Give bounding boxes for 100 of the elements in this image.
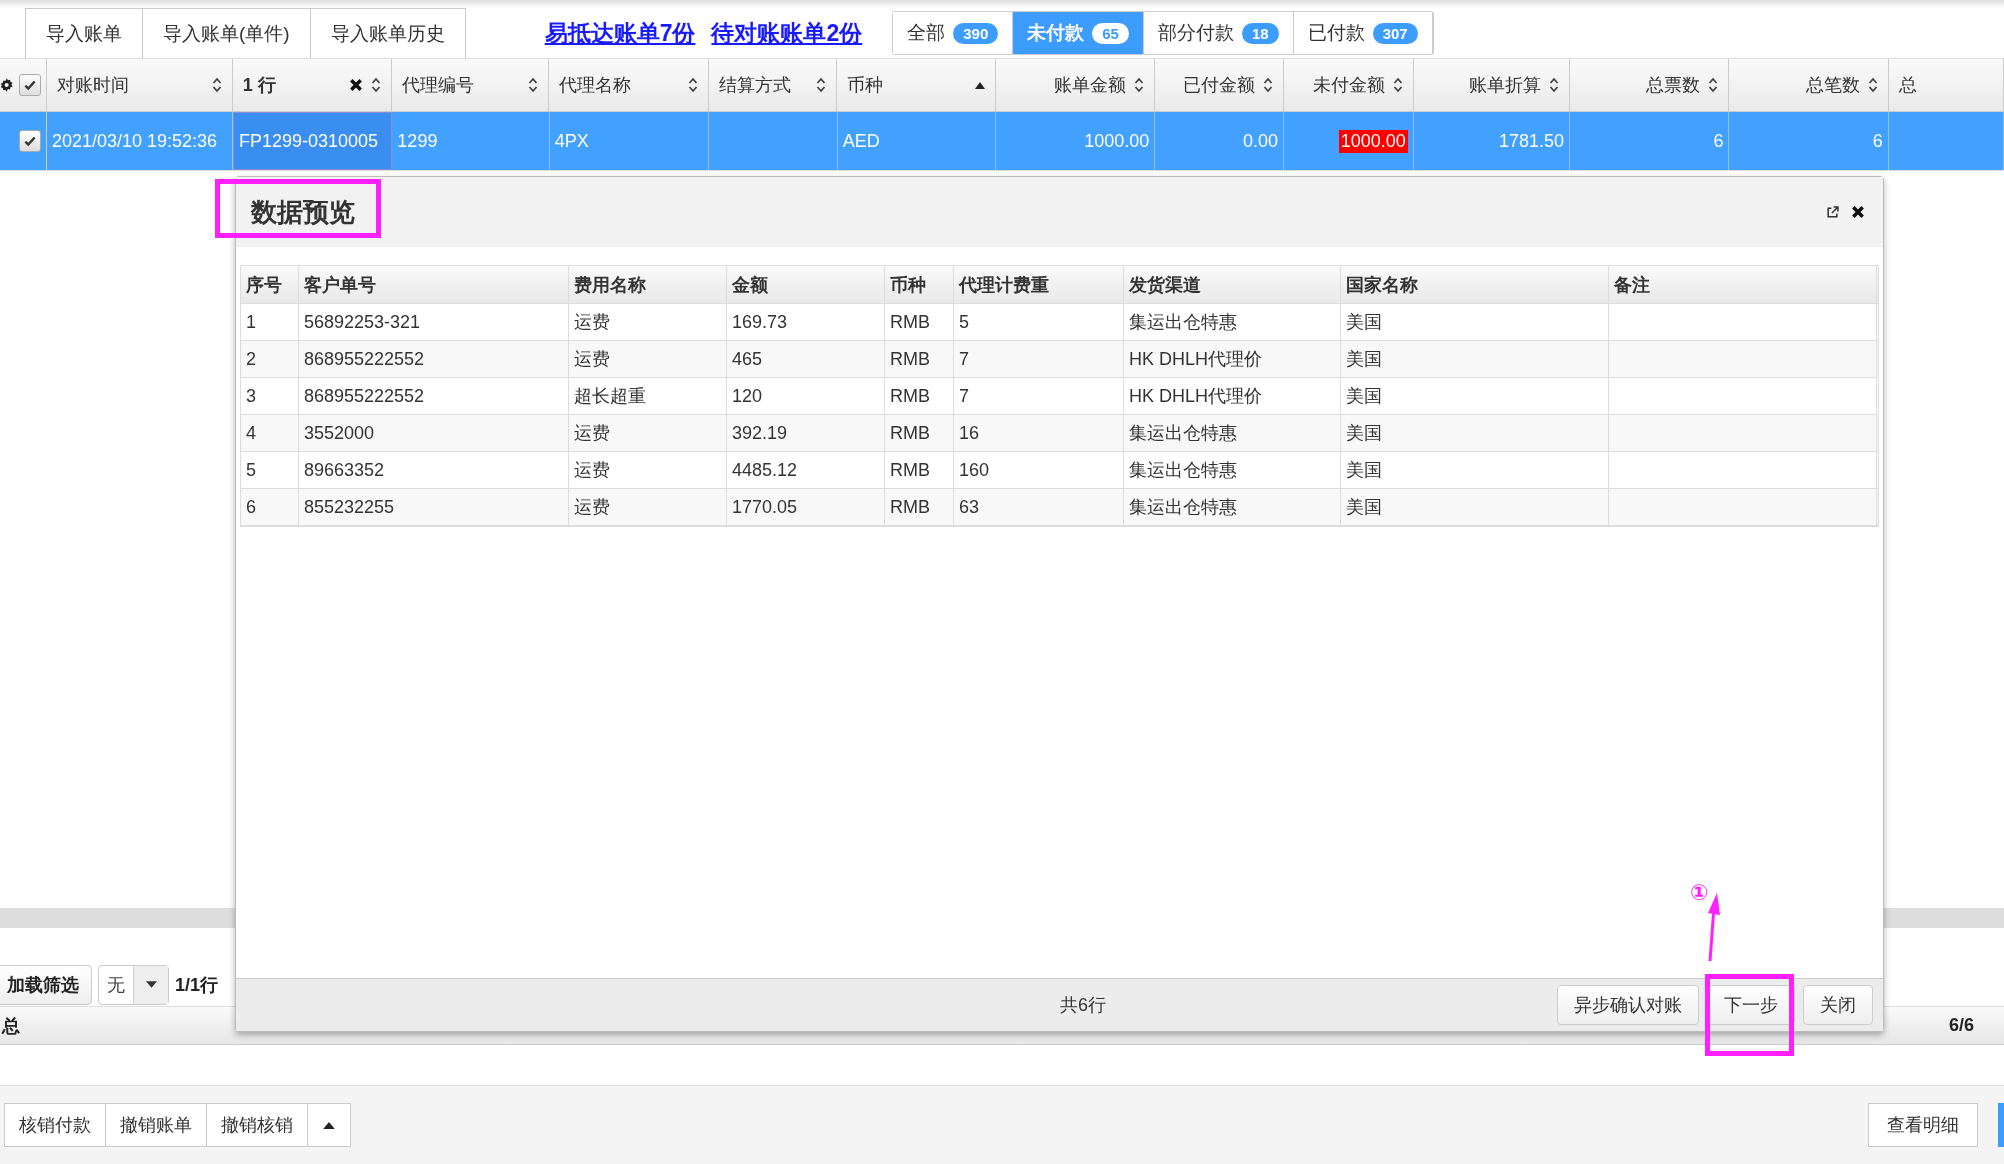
table-cell-text: 运费 — [574, 459, 610, 482]
column-header: 备注 — [1609, 266, 1877, 303]
sort-ascending-icon[interactable] — [974, 81, 985, 89]
table-cell-text: 美国 — [1346, 311, 1382, 334]
close-icon[interactable] — [1851, 205, 1865, 219]
settings-icon[interactable] — [0, 78, 14, 92]
column-header[interactable]: 总票数 — [1570, 59, 1730, 111]
table-cell: 5 — [246, 459, 256, 481]
table-cell: 2 — [246, 348, 256, 370]
column-header[interactable]: 已付金额 — [1155, 59, 1284, 111]
table-cell: RMB — [890, 385, 930, 407]
view-detail-button[interactable]: 查看明细 — [1868, 1103, 1978, 1147]
table-cell: 6 — [1872, 130, 1883, 152]
column-header[interactable]: 币种 — [837, 59, 996, 111]
caret-icon — [145, 981, 157, 988]
sort-icon[interactable] — [211, 77, 222, 93]
table-cell: 1770.05 — [732, 496, 798, 518]
table-cell-text: 美国 — [1346, 459, 1382, 482]
summary-label: 总 — [2, 1014, 20, 1038]
select-all-checkbox[interactable] — [19, 74, 42, 96]
load-filter-button[interactable]: 加载筛选 — [0, 964, 92, 1005]
table-cell-text: 美国 — [1346, 496, 1382, 519]
table-cell: 169.73 — [732, 311, 788, 333]
count-badge: 390 — [953, 22, 999, 44]
count-badge: 307 — [1372, 22, 1418, 44]
table-cell: RMB — [890, 422, 930, 444]
dialog-button[interactable]: 关闭 — [1803, 985, 1873, 1025]
import-button[interactable]: 导入账单历史 — [309, 8, 466, 58]
column-header[interactable]: 总笔数 — [1729, 59, 1889, 111]
sort-icon[interactable] — [1134, 77, 1145, 93]
table-cell-text: 集运出仓特惠 — [1129, 459, 1237, 482]
sort-icon[interactable] — [687, 77, 698, 93]
action-button[interactable]: 撤销核销 — [206, 1103, 308, 1147]
tab-label: 未付款 — [1027, 21, 1085, 45]
column-header[interactable]: 结算方式 — [708, 59, 838, 111]
table-cell-text: HK DHLH代理价 — [1129, 385, 1262, 408]
table-cell: 1000.00 — [1338, 129, 1408, 153]
column-header: 国家名称 — [1341, 266, 1609, 303]
import-button[interactable]: 导入账单 — [25, 8, 143, 58]
table-cell: 7 — [959, 348, 969, 370]
table-cell-text: 美国 — [1346, 422, 1382, 445]
column-header[interactable]: 代理名称 — [549, 59, 709, 111]
row-count: 1/1行 — [175, 973, 219, 997]
count-badge: 18 — [1241, 22, 1279, 44]
table-cell: AED — [842, 130, 880, 152]
caret-icon — [323, 1121, 335, 1129]
action-button[interactable]: 核销付款 — [4, 1103, 106, 1147]
table-cell: 6 — [1713, 130, 1724, 152]
sort-icon[interactable] — [371, 77, 382, 93]
bill-link[interactable]: 待对账账单2份 — [711, 17, 863, 49]
filter-select[interactable]: 无 — [98, 964, 169, 1005]
column-header: 客户单号 — [299, 266, 569, 303]
bill-link[interactable]: 易抵达账单7份 — [544, 17, 696, 49]
table-cell-text: 运费 — [574, 311, 610, 334]
table-cell-text: HK DHLH代理价 — [1129, 348, 1262, 371]
sort-icon[interactable] — [1392, 77, 1403, 93]
column-header[interactable]: 1 行 — [232, 59, 393, 111]
column-header[interactable]: 代理编号 — [392, 59, 550, 111]
sort-icon[interactable] — [816, 77, 827, 93]
table-cell: 1781.50 — [1499, 130, 1565, 152]
table-cell: 4PX — [554, 130, 589, 152]
table-cell: 5 — [959, 311, 969, 333]
table-cell: 1 — [246, 311, 256, 333]
status-tab[interactable]: 全部 390 — [893, 12, 1014, 54]
dialog-title: 数据预览 — [251, 195, 355, 229]
clear-icon[interactable] — [349, 78, 364, 92]
tab-label: 部分付款 — [1157, 21, 1234, 45]
table-row[interactable]: 2021/03/10 19:52:36 FP1299-0310005 1299 4PX AED 1000.00 0.00 1000.00 1781.50 6 6 — [0, 112, 2004, 171]
column-header: 币种 — [885, 266, 954, 303]
column-header: 序号 — [241, 266, 299, 303]
row-checkbox[interactable] — [19, 130, 42, 152]
table-cell: 0.00 — [1243, 130, 1279, 152]
table-cell: RMB — [890, 459, 930, 481]
table-cell: 1000.00 — [1084, 130, 1150, 152]
column-header[interactable]: 账单金额 — [995, 59, 1156, 111]
table-cell-text: 运费 — [574, 348, 610, 371]
table-cell: 16 — [959, 422, 980, 444]
sort-icon[interactable] — [1262, 77, 1273, 93]
column-header[interactable]: 账单折算 — [1413, 59, 1570, 111]
table-cell: 120 — [732, 385, 763, 407]
column-header[interactable]: 总 — [1888, 59, 2004, 111]
table-cell: FP1299-0310005 — [239, 130, 379, 152]
column-header[interactable]: 未付金额 — [1283, 59, 1414, 111]
sort-icon[interactable] — [1549, 77, 1559, 93]
table-cell: RMB — [890, 348, 930, 370]
sort-icon[interactable] — [1708, 77, 1719, 93]
table-cell: RMB — [890, 311, 930, 333]
dialog-button[interactable]: 异步确认对账 — [1557, 985, 1699, 1025]
expand-button[interactable] — [307, 1103, 351, 1147]
table-cell-text: 超长超重 — [574, 385, 646, 408]
check-icon — [23, 134, 38, 148]
popout-icon[interactable] — [1826, 205, 1839, 219]
action-button[interactable]: 撤销账单 — [105, 1103, 207, 1147]
column-header[interactable]: 对账时间 — [46, 59, 233, 111]
table-cell-text: 集运出仓特惠 — [1129, 422, 1237, 445]
table-cell: 1299 — [397, 130, 438, 152]
sort-icon[interactable] — [528, 77, 539, 93]
table-cell-text: 集运出仓特惠 — [1129, 496, 1237, 519]
total-count: 共6行 — [1060, 994, 1106, 1017]
sort-icon[interactable] — [1867, 77, 1878, 93]
